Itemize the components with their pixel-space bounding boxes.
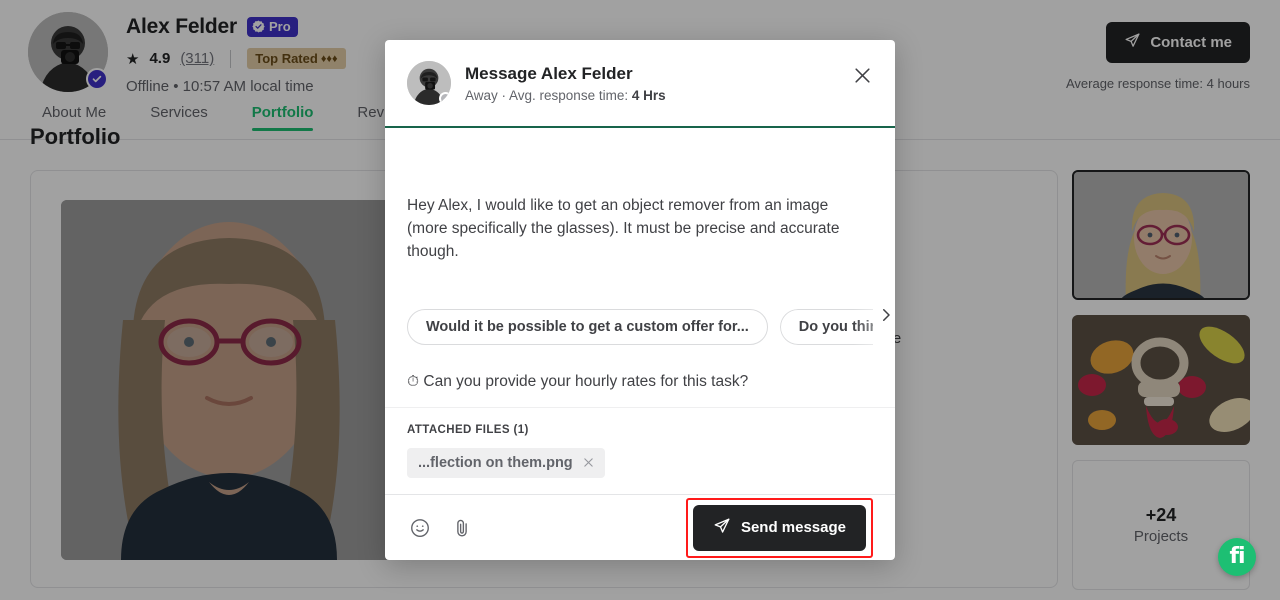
close-icon[interactable]	[849, 62, 875, 88]
send-button-highlight: Send message	[685, 497, 873, 558]
chevron-right-icon[interactable]	[869, 298, 895, 332]
fiverr-logo-icon: fi	[1229, 544, 1245, 569]
suggestion-chip-2[interactable]: Do you think	[779, 309, 873, 345]
attachment-icon[interactable]	[449, 515, 475, 541]
away-status-dot	[439, 92, 451, 105]
message-paragraph-2: ⏱ Can you provide your hourly rates for …	[407, 373, 749, 390]
modal-subtitle-prefix: Away · Avg. response time:	[465, 88, 632, 103]
modal-subtitle: Away · Avg. response time: 4 Hrs	[465, 88, 666, 103]
modal-body[interactable]: Hey Alex, I would like to get an object …	[385, 128, 895, 407]
modal-title: Message Alex Felder	[465, 64, 633, 83]
modal-footer: Send message	[385, 494, 895, 560]
suggestion-chips: Would it be possible to get a custom off…	[407, 309, 873, 345]
modal-header: Message Alex Felder Away · Avg. response…	[385, 40, 895, 128]
message-paragraph-1: Hey Alex, I would like to get an object …	[407, 197, 844, 260]
send-message-button[interactable]: Send message	[692, 504, 866, 551]
remove-file-icon[interactable]	[583, 456, 594, 471]
modal-response-time: 4 Hrs	[631, 88, 666, 103]
attached-files-label: ATTACHED FILES (1)	[407, 424, 529, 436]
send-plane-icon	[713, 517, 731, 539]
suggestion-chip-1[interactable]: Would it be possible to get a custom off…	[407, 309, 768, 345]
message-textarea[interactable]: Hey Alex, I would like to get an object …	[407, 148, 873, 407]
send-message-label: Send message	[740, 519, 846, 536]
attached-files-section: ATTACHED FILES (1) ...flection on them.p…	[385, 407, 895, 494]
modal-avatar	[407, 61, 451, 105]
emoji-icon[interactable]	[407, 515, 433, 541]
modal-header-text: Message Alex Felder Away · Avg. response…	[465, 63, 666, 103]
attached-file-pill[interactable]: ...flection on them.png	[407, 448, 605, 478]
message-modal: Message Alex Felder Away · Avg. response…	[385, 40, 895, 560]
fiverr-chat-fab[interactable]: fi	[1218, 538, 1256, 576]
attached-file-name: ...flection on them.png	[418, 455, 573, 471]
